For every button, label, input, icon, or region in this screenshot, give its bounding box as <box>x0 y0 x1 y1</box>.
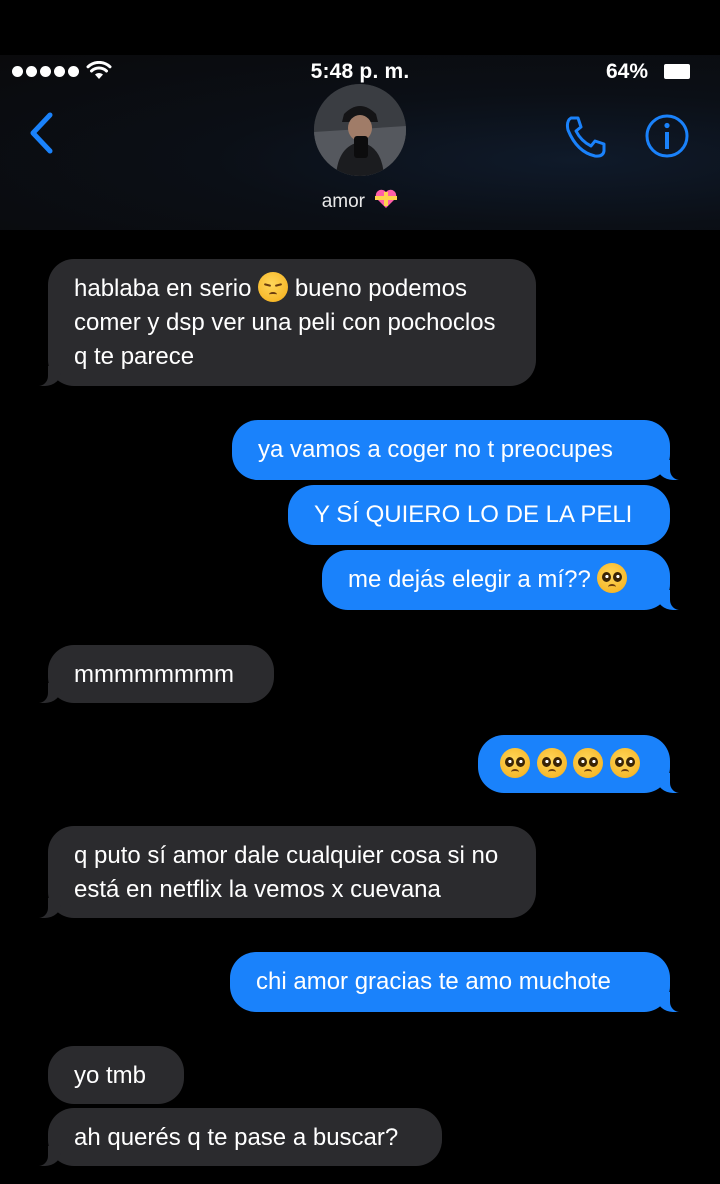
message-text: Y SÍ QUIERO LO DE LA PELI <box>314 501 633 528</box>
pleading-face-emoji <box>500 748 530 778</box>
message-bubble-outgoing <box>478 735 690 793</box>
message-text: ya vamos a coger no t preocupes <box>258 436 613 463</box>
message-bubble-outgoing: Y SÍ QUIERO LO DE LA PELI <box>288 485 670 545</box>
message-bubble-incoming: ah querés q te pase a buscar? <box>28 1108 442 1166</box>
pleading-face-emoji <box>573 748 604 778</box>
message-bubble-incoming: mmmmmmmm <box>28 645 274 703</box>
info-icon[interactable] <box>644 113 690 159</box>
message-text: hablaba en serio <box>74 275 252 302</box>
heart-with-ribbon-icon <box>375 189 398 208</box>
message-bubble-outgoing: ya vamos a coger no t preocupes <box>232 420 690 480</box>
message-bubble-incoming: hablaba en serio bueno podemos comer y d… <box>28 259 536 386</box>
message-text: mmmmmmmm <box>74 661 234 688</box>
message-text: chi amor gracias te amo muchote <box>256 968 611 995</box>
message-text: me dejás elegir a mí?? <box>348 566 591 593</box>
chevron-left-icon[interactable] <box>28 112 56 154</box>
contact-name-text: amor <box>321 191 365 212</box>
message-text: yo tmb <box>74 1062 147 1089</box>
top-margin <box>0 0 720 55</box>
message-text: ah querés q te pase a buscar? <box>74 1124 399 1151</box>
pleading-face-emoji <box>597 563 628 593</box>
pleading-face-emoji <box>610 748 641 778</box>
message-bubble-outgoing: me dejás elegir a mí?? <box>322 550 690 610</box>
message-bubble-incoming: yo tmb <box>48 1046 184 1104</box>
avatar-photo <box>314 84 406 176</box>
message-bubble-outgoing: chi amor gracias te amo muchote <box>230 952 690 1012</box>
pleading-face-emoji <box>536 748 567 778</box>
battery-percent: 64% <box>605 60 648 83</box>
message-text: q puto sí amor dale cualquier cosa si no… <box>74 842 499 903</box>
contact-name[interactable]: amor <box>0 188 720 213</box>
phone-icon[interactable] <box>562 114 610 160</box>
pensive-face-emoji <box>258 272 289 302</box>
message-bubble-incoming: q puto sí amor dale cualquier cosa si no… <box>28 826 536 918</box>
contact-avatar[interactable] <box>314 84 406 176</box>
battery-icon <box>664 64 690 79</box>
